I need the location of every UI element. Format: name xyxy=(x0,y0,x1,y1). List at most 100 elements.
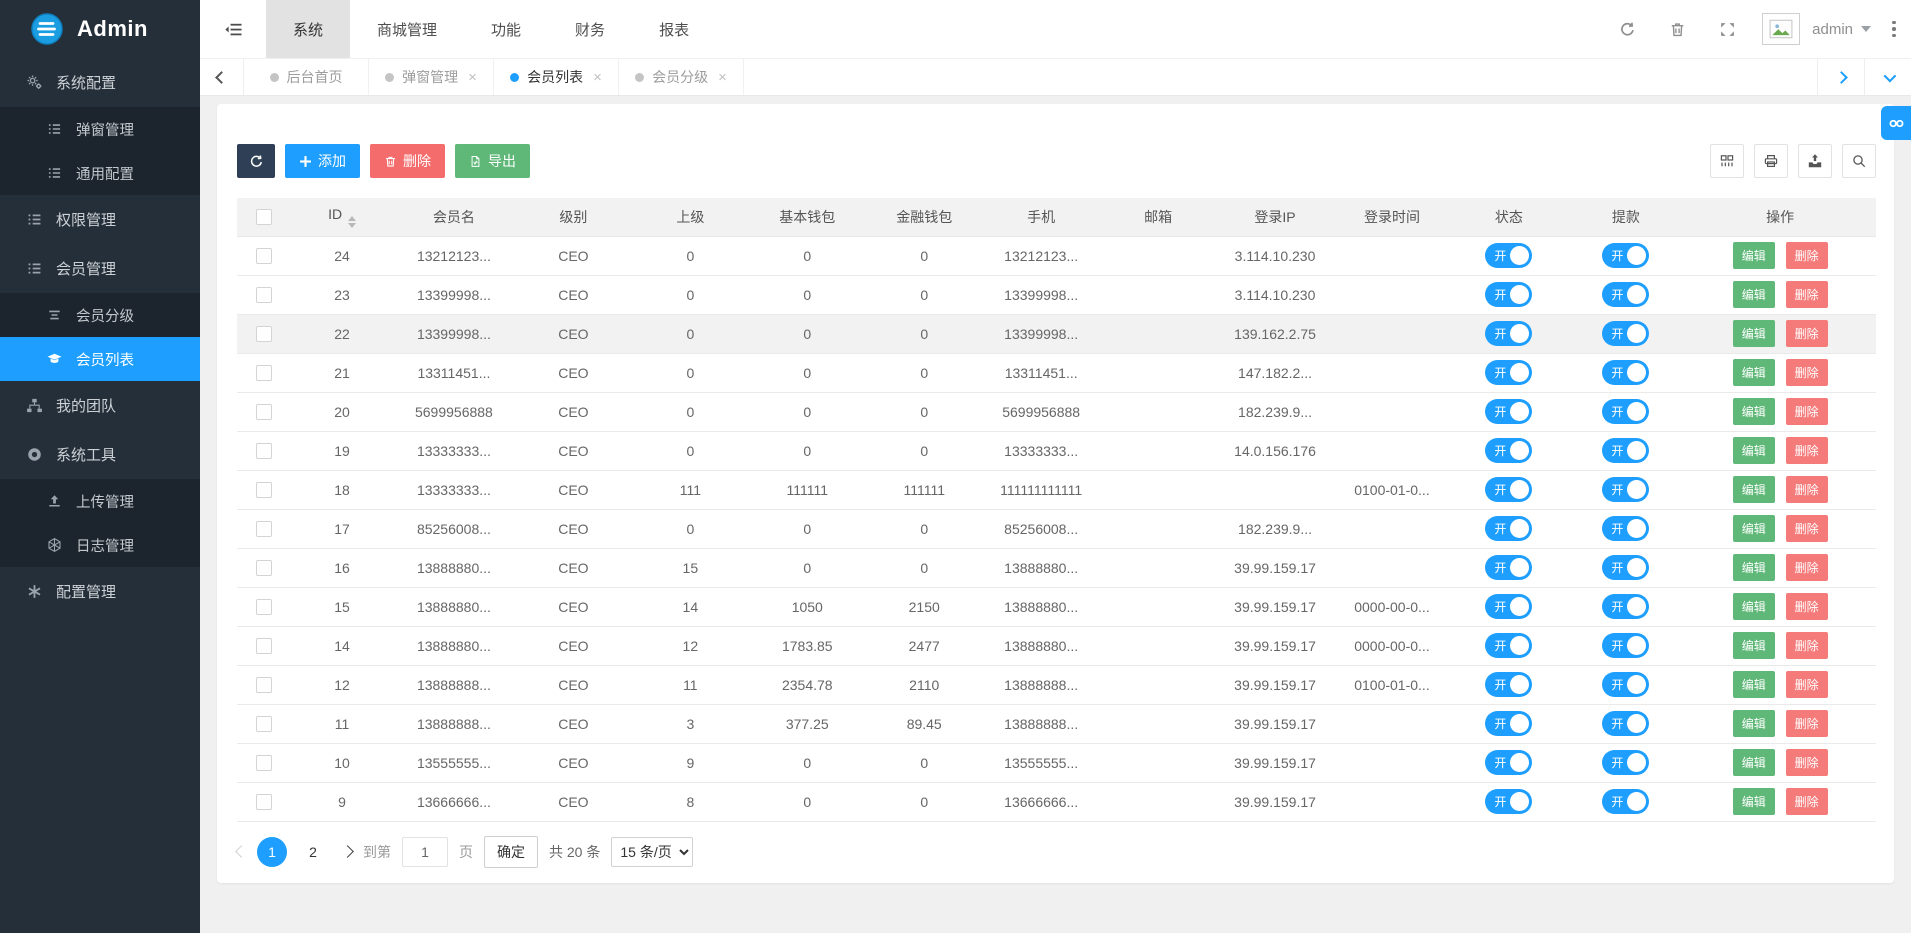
jump-confirm-button[interactable]: 确定 xyxy=(484,836,538,868)
sidebar-menu-item[interactable]: 权限管理 xyxy=(0,195,200,244)
withdraw-toggle[interactable]: 开 xyxy=(1602,477,1649,502)
row-checkbox[interactable] xyxy=(256,716,272,732)
row-checkbox[interactable] xyxy=(256,482,272,498)
row-delete-button[interactable]: 删除 xyxy=(1786,671,1828,698)
row-checkbox[interactable] xyxy=(256,521,272,537)
brand[interactable]: Admin xyxy=(0,0,200,58)
withdraw-toggle[interactable]: 开 xyxy=(1602,672,1649,697)
sidebar-menu-item[interactable]: 我的团队 xyxy=(0,381,200,430)
row-delete-button[interactable]: 删除 xyxy=(1786,788,1828,815)
page-tab[interactable]: 会员分级 × xyxy=(619,59,744,95)
row-delete-button[interactable]: 删除 xyxy=(1786,593,1828,620)
edit-button[interactable]: 编辑 xyxy=(1733,554,1775,581)
user-dropdown[interactable]: admin xyxy=(1812,21,1871,38)
search-toggle-button[interactable] xyxy=(1842,144,1876,178)
edit-button[interactable]: 编辑 xyxy=(1733,593,1775,620)
withdraw-toggle[interactable]: 开 xyxy=(1602,633,1649,658)
withdraw-toggle[interactable]: 开 xyxy=(1602,516,1649,541)
sidebar-menu-item[interactable]: 配置管理 xyxy=(0,567,200,616)
edit-button[interactable]: 编辑 xyxy=(1733,242,1775,269)
row-delete-button[interactable]: 删除 xyxy=(1786,476,1828,503)
row-delete-button[interactable]: 删除 xyxy=(1786,320,1828,347)
withdraw-toggle[interactable]: 开 xyxy=(1602,282,1649,307)
jump-page-input[interactable] xyxy=(402,837,448,867)
clear-cache-button[interactable] xyxy=(1652,0,1702,58)
export-data-button[interactable] xyxy=(1798,144,1832,178)
topnav-item[interactable]: 功能 xyxy=(464,0,548,58)
more-menu-button[interactable] xyxy=(1881,0,1907,58)
sidebar-menu-item[interactable]: 上传管理 xyxy=(0,479,200,523)
edit-button[interactable]: 编辑 xyxy=(1733,671,1775,698)
columns-toggle-button[interactable] xyxy=(1710,144,1744,178)
row-delete-button[interactable]: 删除 xyxy=(1786,359,1828,386)
edit-button[interactable]: 编辑 xyxy=(1733,710,1775,737)
row-delete-button[interactable]: 删除 xyxy=(1786,515,1828,542)
status-toggle[interactable]: 开 xyxy=(1485,516,1532,541)
edit-button[interactable]: 编辑 xyxy=(1733,281,1775,308)
row-checkbox[interactable] xyxy=(256,599,272,615)
row-checkbox[interactable] xyxy=(256,638,272,654)
sidebar-fold-button[interactable] xyxy=(200,0,266,58)
refresh-button[interactable] xyxy=(1602,0,1652,58)
row-checkbox[interactable] xyxy=(256,755,272,771)
tab-close-icon[interactable]: × xyxy=(593,70,602,85)
status-toggle[interactable]: 开 xyxy=(1485,477,1532,502)
status-toggle[interactable]: 开 xyxy=(1485,789,1532,814)
topnav-item[interactable]: 财务 xyxy=(548,0,632,58)
withdraw-toggle[interactable]: 开 xyxy=(1602,360,1649,385)
delete-button[interactable]: 删除 xyxy=(370,144,445,178)
add-button[interactable]: 添加 xyxy=(285,144,360,178)
page-tab[interactable]: 弹窗管理 × xyxy=(369,59,494,95)
sidebar-menu-item[interactable]: 会员管理 xyxy=(0,244,200,293)
row-checkbox[interactable] xyxy=(256,287,272,303)
column-id[interactable]: ID xyxy=(291,198,393,236)
sidebar-menu-item[interactable]: 系统工具 xyxy=(0,430,200,479)
edit-button[interactable]: 编辑 xyxy=(1733,476,1775,503)
page-size-select[interactable]: 15 条/页 xyxy=(611,837,693,867)
edit-button[interactable]: 编辑 xyxy=(1733,359,1775,386)
row-delete-button[interactable]: 删除 xyxy=(1786,749,1828,776)
sort-icon[interactable] xyxy=(348,216,356,228)
edit-button[interactable]: 编辑 xyxy=(1733,437,1775,464)
topnav-item[interactable]: 商城管理 xyxy=(350,0,464,58)
tab-close-icon[interactable]: × xyxy=(718,70,727,85)
tabs-scroll-right-button[interactable] xyxy=(1817,59,1864,95)
status-toggle[interactable]: 开 xyxy=(1485,399,1532,424)
topnav-item[interactable]: 报表 xyxy=(632,0,716,58)
tabs-menu-button[interactable] xyxy=(1864,59,1911,95)
row-checkbox[interactable] xyxy=(256,443,272,459)
status-toggle[interactable]: 开 xyxy=(1485,594,1532,619)
row-checkbox[interactable] xyxy=(256,677,272,693)
withdraw-toggle[interactable]: 开 xyxy=(1602,594,1649,619)
row-delete-button[interactable]: 删除 xyxy=(1786,437,1828,464)
topnav-item[interactable]: 系统 xyxy=(266,0,350,58)
sidebar-menu-item[interactable]: 系统配置 xyxy=(0,58,200,107)
tab-close-icon[interactable]: × xyxy=(468,70,477,85)
quick-link-button[interactable] xyxy=(1881,106,1911,140)
edit-button[interactable]: 编辑 xyxy=(1733,632,1775,659)
table-refresh-button[interactable] xyxy=(237,144,275,178)
status-toggle[interactable]: 开 xyxy=(1485,672,1532,697)
row-delete-button[interactable]: 删除 xyxy=(1786,242,1828,269)
row-checkbox[interactable] xyxy=(256,326,272,342)
sidebar-menu-item[interactable]: 通用配置 xyxy=(0,151,200,195)
row-checkbox[interactable] xyxy=(256,365,272,381)
edit-button[interactable]: 编辑 xyxy=(1733,749,1775,776)
sidebar-menu-item[interactable]: 会员列表 xyxy=(0,337,200,381)
withdraw-toggle[interactable]: 开 xyxy=(1602,711,1649,736)
edit-button[interactable]: 编辑 xyxy=(1733,788,1775,815)
status-toggle[interactable]: 开 xyxy=(1485,243,1532,268)
status-toggle[interactable]: 开 xyxy=(1485,438,1532,463)
page-tab[interactable]: 后台首页 × xyxy=(244,59,369,95)
export-button[interactable]: 导出 xyxy=(455,144,530,178)
status-toggle[interactable]: 开 xyxy=(1485,321,1532,346)
edit-button[interactable]: 编辑 xyxy=(1733,515,1775,542)
page-number-button[interactable]: 2 xyxy=(298,837,328,867)
withdraw-toggle[interactable]: 开 xyxy=(1602,399,1649,424)
withdraw-toggle[interactable]: 开 xyxy=(1602,438,1649,463)
row-checkbox[interactable] xyxy=(256,248,272,264)
withdraw-toggle[interactable]: 开 xyxy=(1602,750,1649,775)
row-checkbox[interactable] xyxy=(256,794,272,810)
edit-button[interactable]: 编辑 xyxy=(1733,398,1775,425)
row-delete-button[interactable]: 删除 xyxy=(1786,398,1828,425)
